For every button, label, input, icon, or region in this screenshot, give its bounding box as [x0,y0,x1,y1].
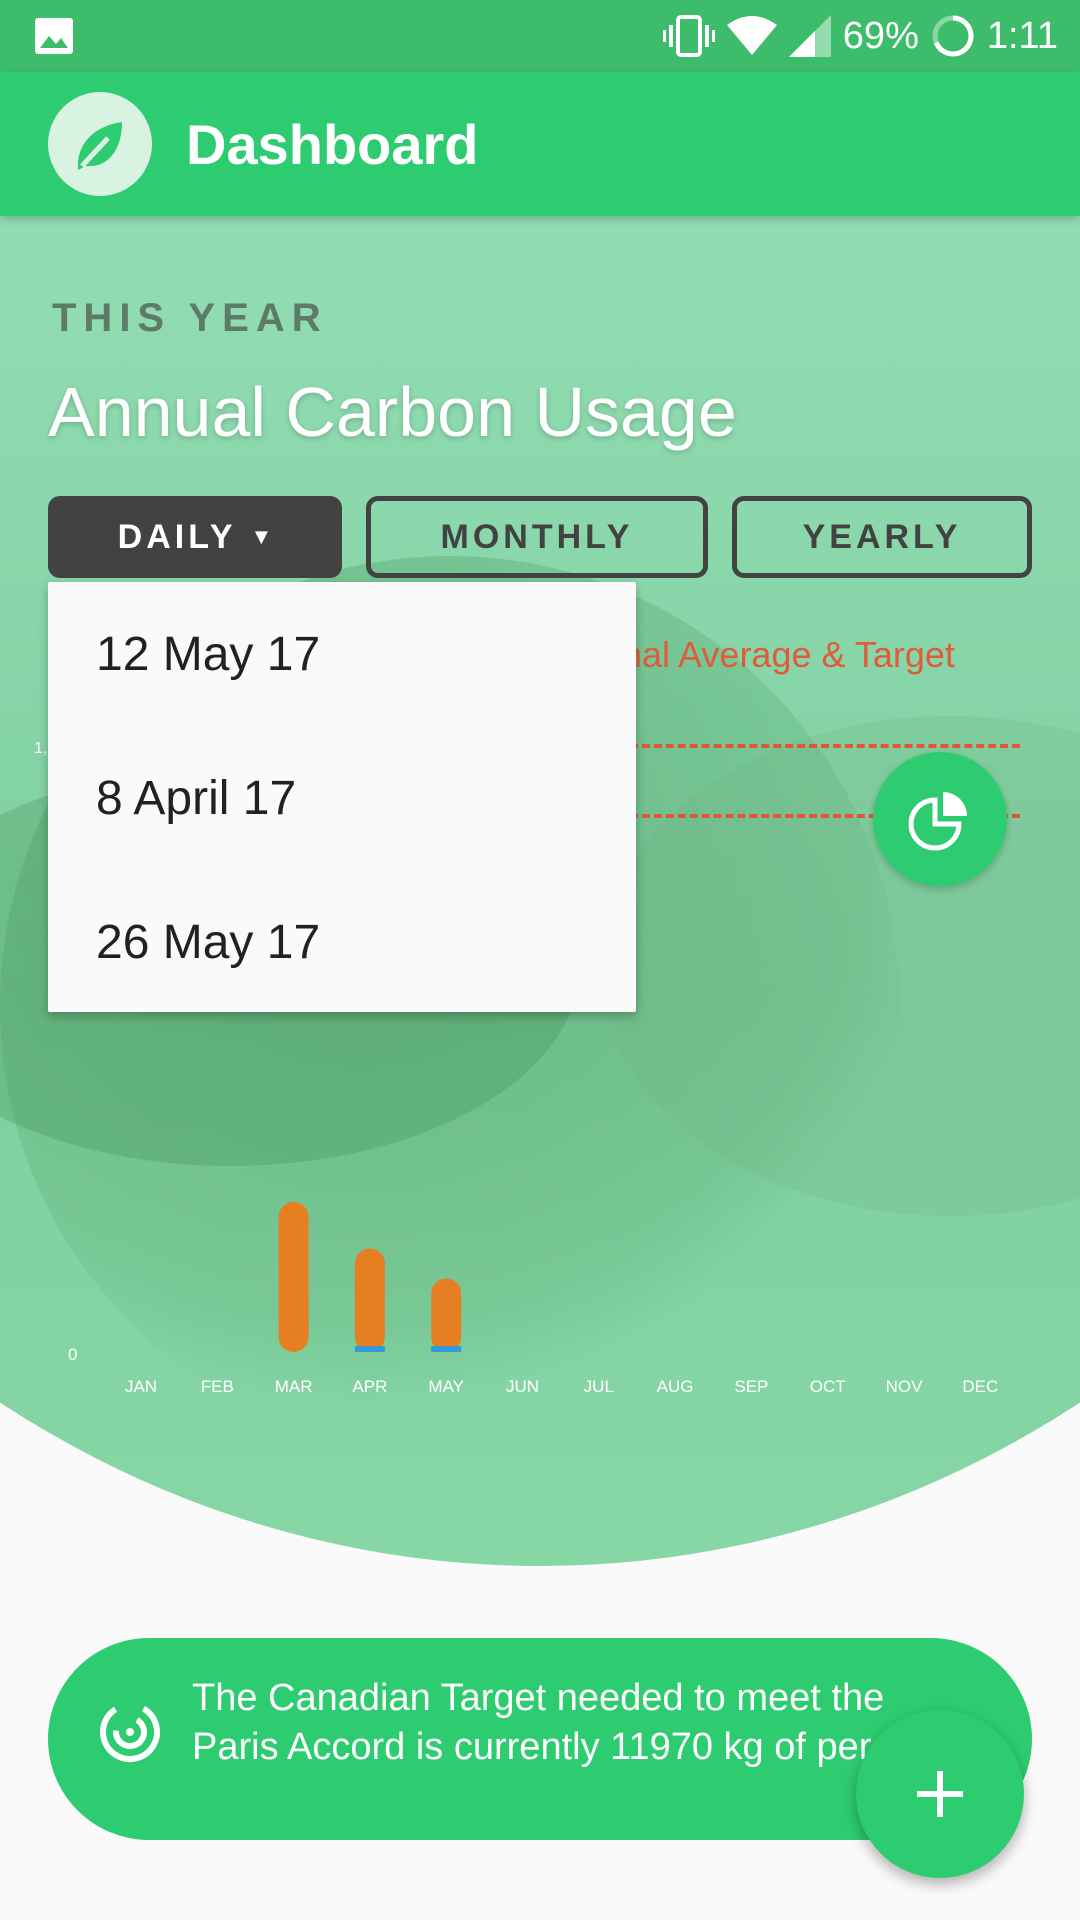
signal-icon [788,15,831,57]
dropdown-item[interactable]: 8 April 17 [48,726,636,870]
status-bar: 69% 1:11 [0,0,1080,72]
y-axis-top-label: 1, [34,740,48,757]
pie-chart-button[interactable] [873,752,1007,886]
image-notification-icon [35,18,73,54]
target-info-text: The Canadian Target needed to meet the P… [192,1677,956,1768]
dropdown-item[interactable]: 12 May 17 [48,582,636,726]
app-bar: Dashboard [0,72,1080,216]
battery-percent: 69% [842,14,919,57]
battery-icon [932,15,974,57]
date-dropdown-menu: 12 May 17 8 April 17 26 May 17 [48,582,636,1012]
yearly-button[interactable]: YEARLY [732,496,1032,578]
legend-label: nal Average & Target [622,634,955,675]
leaf-logo-icon[interactable] [48,92,152,196]
average-line [630,744,1020,748]
section-label: THIS YEAR [52,296,328,340]
add-button[interactable] [856,1710,1024,1878]
target-icon [100,1702,160,1762]
daily-button[interactable]: DAILY ▼ [48,496,342,578]
vibrate-icon [662,15,715,57]
monthly-button[interactable]: MONTHLY [366,496,708,578]
dropdown-caret-icon: ▼ [250,524,273,549]
pie-chart-icon [908,792,967,851]
page-title: Dashboard [186,113,479,176]
wifi-icon [726,16,777,55]
dropdown-item[interactable]: 26 May 17 [48,870,636,1014]
chart-title: Annual Carbon Usage [48,373,737,451]
daily-label: DAILY [117,517,237,556]
clock: 1:11 [986,14,1058,57]
plus-icon [917,1771,963,1817]
y-axis-zero-label: 0 [68,1345,78,1364]
